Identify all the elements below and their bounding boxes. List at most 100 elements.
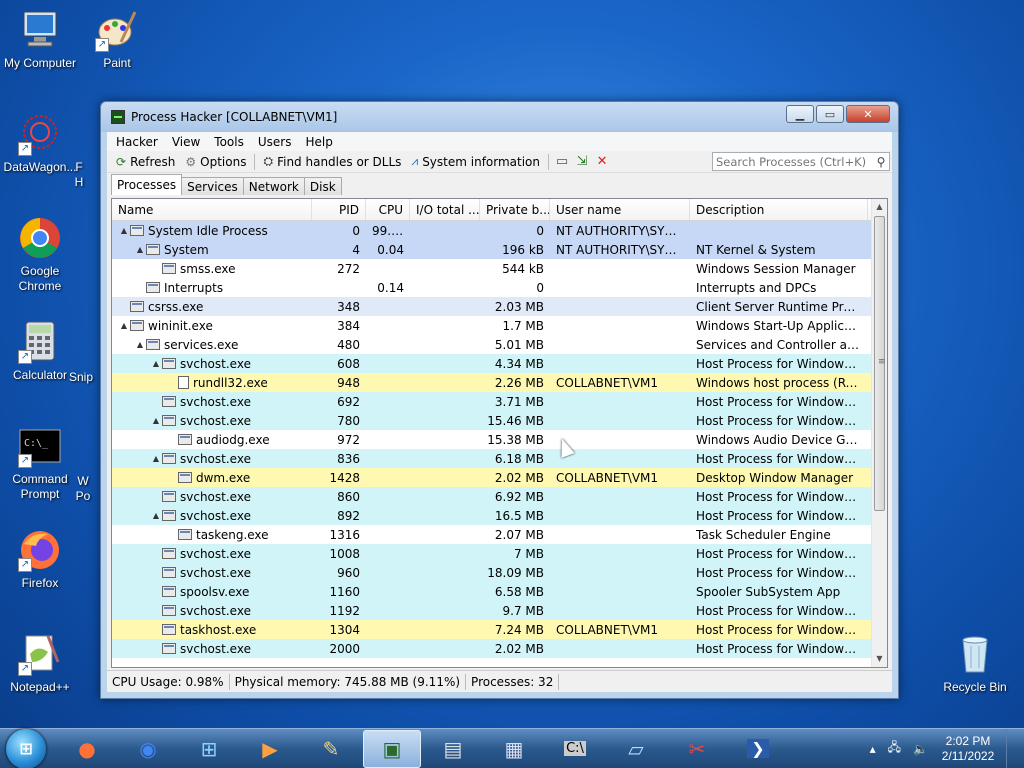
table-row[interactable]: ▲ svchost.exe 892 16.5 MB Host Process for W… [112, 506, 871, 525]
search-icon[interactable]: ⚲ [873, 155, 889, 169]
clock[interactable]: 2:02 PM 2/11/2022 [934, 734, 1002, 764]
scroll-thumb[interactable]: ≡ [874, 216, 886, 511]
show-hidden-icons-icon[interactable]: ▴ [870, 742, 876, 756]
system-information-button[interactable]: ⩘ System information [406, 152, 545, 172]
process-icon [178, 434, 192, 445]
column-header-description[interactable]: Description [690, 199, 868, 220]
taskbar-chart-app[interactable]: ▤ [424, 730, 482, 768]
taskbar-calculator[interactable]: ▦ [485, 730, 543, 768]
vertical-scrollbar[interactable]: ▲ ≡ ▼ [871, 199, 887, 667]
process-tree[interactable]: Name PID CPU I/O total ... Private b... User … [111, 198, 888, 668]
desktop-icon-hidden-2[interactable]: Snip [56, 370, 106, 385]
search-box[interactable]: ⚲ [712, 152, 890, 171]
collapse-arrow-icon[interactable]: ▲ [134, 340, 146, 349]
table-row[interactable]: svchost.exe 692 3.71 MB Host Process for Wi… [112, 392, 871, 411]
private-bytes-cell: 6.92 MB [494, 489, 544, 504]
taskbar-firefox[interactable]: ● [58, 730, 116, 768]
process-icon [162, 358, 176, 369]
menu-tools[interactable]: Tools [207, 135, 251, 149]
table-row[interactable]: smss.exe 272 544 kB Windows Session Manager [112, 259, 871, 278]
table-row[interactable]: ▲ svchost.exe 836 6.18 MB Host Process for W… [112, 449, 871, 468]
tab-services[interactable]: Services [181, 177, 244, 195]
menu-users[interactable]: Users [251, 135, 299, 149]
close-button[interactable]: ✕ [846, 105, 890, 123]
desktop-icon-firefox[interactable]: ↗ Firefox [0, 528, 80, 591]
scroll-down-arrow[interactable]: ▼ [872, 651, 887, 667]
table-row[interactable]: ▲ services.exe 480 5.01 MB Services and Cont… [112, 335, 871, 354]
maximize-button[interactable]: ▭ [816, 105, 844, 123]
taskbar-snipping[interactable]: ✂ [668, 730, 726, 768]
cpu-cell: 99.02 [372, 223, 407, 238]
table-row[interactable]: ▲ wininit.exe 384 1.7 MB Windows Start-Up Ap… [112, 316, 871, 335]
tab-processes[interactable]: Processes [111, 174, 183, 195]
column-header-io-total[interactable]: I/O total ... [410, 199, 480, 220]
show-desktop-button[interactable] [1006, 728, 1018, 768]
collapse-arrow-icon[interactable]: ▲ [118, 226, 130, 235]
scroll-up-arrow[interactable]: ▲ [872, 199, 887, 215]
find-handles-button[interactable]: ⛭ Find handles or DLLs [258, 152, 406, 172]
process-name: svchost.exe [180, 641, 251, 656]
menu-help[interactable]: Help [298, 135, 339, 149]
go-to-icon[interactable]: ⇲ [572, 152, 592, 172]
options-button[interactable]: ⚙ Options [180, 152, 251, 172]
desktop-icon-hidden-1[interactable]: F H [54, 160, 104, 190]
tab-disk[interactable]: Disk [303, 177, 342, 195]
tab-network[interactable]: Network [242, 177, 305, 195]
collapse-arrow-icon[interactable]: ▲ [118, 321, 130, 330]
column-header-name[interactable]: Name [112, 199, 312, 220]
column-header-cpu[interactable]: CPU [366, 199, 410, 220]
column-header-private-bytes[interactable]: Private b... [480, 199, 550, 220]
menu-hacker[interactable]: Hacker [109, 135, 165, 149]
start-button[interactable]: ⊞ [6, 728, 46, 768]
table-row[interactable]: svchost.exe 960 18.09 MB Host Process for W… [112, 563, 871, 582]
table-row[interactable]: dwm.exe 1428 2.02 MB COLLABNET\VM1 Desktop W… [112, 468, 871, 487]
table-row[interactable]: audiodg.exe 972 15.38 MB Windows Audio Devi… [112, 430, 871, 449]
collapse-arrow-icon[interactable]: ▲ [150, 511, 162, 520]
table-row[interactable]: ▲ System Idle Process 0 99.02 0 NT AUTHORITY\… [112, 221, 871, 240]
desktop-icon-notepadpp[interactable]: ↗ Notepad++ [0, 632, 80, 695]
taskbar-powershell[interactable]: ❯ [729, 730, 787, 768]
minimize-button[interactable]: ▁ [786, 105, 814, 123]
table-row[interactable]: svchost.exe 1008 7 MB Host Process for Wind… [112, 544, 871, 563]
taskbar-chrome[interactable]: ◉ [119, 730, 177, 768]
table-row[interactable]: taskeng.exe 1316 2.07 MB Task Scheduler Eng… [112, 525, 871, 544]
refresh-button[interactable]: ⟳ Refresh [111, 152, 180, 172]
column-header-pid[interactable]: PID [312, 199, 366, 220]
search-input[interactable] [716, 154, 873, 169]
process-hacker-window[interactable]: Process Hacker [COLLABNET\VM1] ▁ ▭ ✕ Hac… [100, 101, 899, 699]
table-row[interactable]: ▲ System 4 0.04 196 kB NT AUTHORITY\SYSTEM NT … [112, 240, 871, 259]
table-row[interactable]: svchost.exe 1192 9.7 MB Host Process for Wi… [112, 601, 871, 620]
taskbar-windows-store[interactable]: ⊞ [180, 730, 238, 768]
table-row[interactable]: taskhost.exe 1304 7.24 MB COLLABNET\VM1 Host… [112, 620, 871, 639]
taskbar-process-hacker[interactable]: ▣ [363, 729, 421, 768]
collapse-arrow-icon[interactable]: ▲ [150, 454, 162, 463]
table-row[interactable]: ▲ svchost.exe 780 15.46 MB Host Process for … [112, 411, 871, 430]
process-name: taskhost.exe [180, 622, 257, 637]
menu-view[interactable]: View [165, 135, 207, 149]
toolbar-separator [254, 153, 256, 170]
taskbar-paint[interactable]: ✎ [302, 730, 360, 768]
network-icon[interactable]: 🖧 [888, 738, 901, 759]
table-row[interactable]: Interrupts 0.14 0 Interrupts and DPCs [112, 278, 871, 297]
collapse-arrow-icon[interactable]: ▲ [150, 416, 162, 425]
table-row[interactable]: rundll32.exe 948 2.26 MB COLLABNET\VM1 Windo… [112, 373, 871, 392]
title-bar[interactable]: Process Hacker [COLLABNET\VM1] ▁ ▭ ✕ [101, 102, 898, 132]
collapse-arrow-icon[interactable]: ▲ [150, 359, 162, 368]
column-header-user-name[interactable]: User name [550, 199, 690, 220]
window-icon[interactable]: ▭ [552, 152, 572, 172]
desktop-icon-paint[interactable]: ↗ Paint [77, 8, 157, 71]
collapse-arrow-icon[interactable]: ▲ [134, 245, 146, 254]
taskbar-media[interactable]: ▶ [241, 730, 299, 768]
table-row[interactable]: svchost.exe 2000 2.02 MB Host Process for W… [112, 639, 871, 658]
desktop-icon-chrome[interactable]: Google Chrome [0, 216, 80, 294]
table-row[interactable]: spoolsv.exe 1160 6.58 MB Spooler SubSystem … [112, 582, 871, 601]
taskbar-app-window[interactable]: ▱ [607, 730, 665, 768]
table-row[interactable]: ▲ svchost.exe 608 4.34 MB Host Process for W… [112, 354, 871, 373]
desktop-icon-recycle-bin[interactable]: Recycle Bin [935, 632, 1015, 695]
table-row[interactable]: csrss.exe 348 2.03 MB Client Server Runtime… [112, 297, 871, 316]
desktop-icon-my-computer[interactable]: My Computer [0, 8, 80, 71]
taskbar-cmd[interactable]: C:\ [546, 730, 604, 768]
table-row[interactable]: svchost.exe 860 6.92 MB Host Process for Wi… [112, 487, 871, 506]
terminate-icon[interactable]: ✕ [592, 152, 612, 172]
volume-icon[interactable]: 🔈 [913, 742, 928, 756]
